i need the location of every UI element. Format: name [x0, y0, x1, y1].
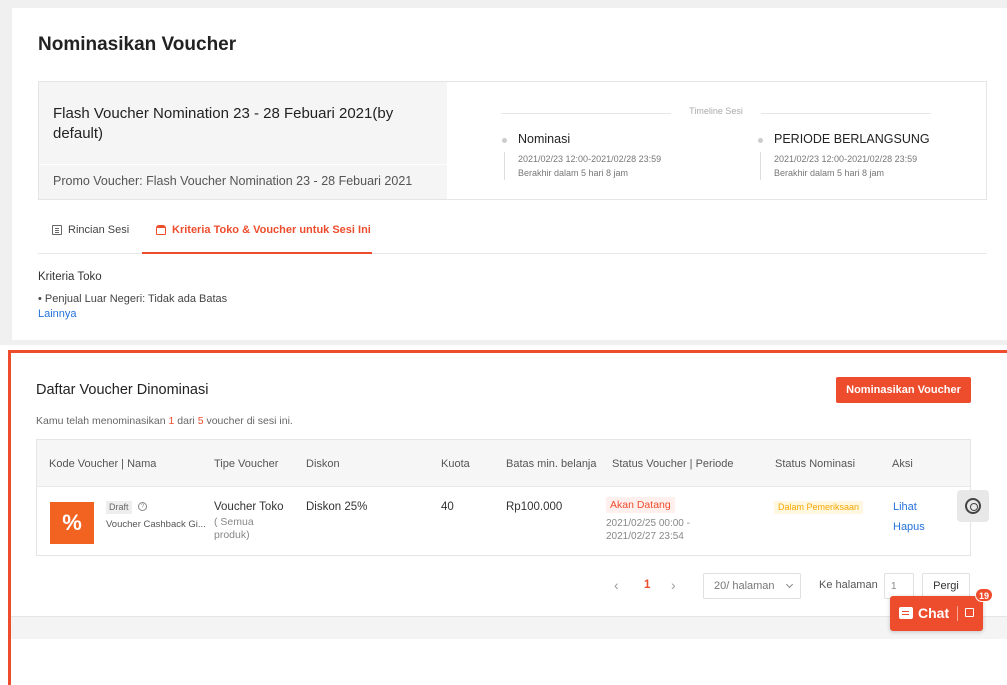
- support-button[interactable]: [957, 490, 989, 522]
- column-header-type: Tipe Voucher: [214, 458, 279, 470]
- timeline-header: Timeline Sesi: [501, 106, 931, 120]
- tab-label: Kriteria Toko & Voucher untuk Sesi Ini: [172, 224, 371, 236]
- list-title: Daftar Voucher Dinominasi: [36, 382, 209, 398]
- voucher-period: 2021/02/25 00:00 - 2021/02/27 23:54: [606, 518, 690, 542]
- column-header-min-spend: Batas min. belanja: [506, 458, 597, 470]
- voucher-type-scope: ( Semua produk): [214, 516, 254, 541]
- tab-session-details[interactable]: Rincian Sesi: [52, 213, 129, 254]
- highlight-frame-left: [8, 350, 11, 685]
- view-link[interactable]: Lihat: [893, 501, 917, 513]
- phase-remaining: Berakhir dalam 5 hari 8 jam: [774, 168, 885, 178]
- chat-icon: [899, 607, 913, 619]
- chevron-down-icon: [785, 580, 794, 589]
- timeline-label: Timeline Sesi: [689, 106, 743, 116]
- phase-period: 2021/02/23 12:00-2021/02/28 23:59: [518, 154, 662, 164]
- tab-shop-voucher-criteria[interactable]: Kriteria Toko & Voucher untuk Sesi Ini: [142, 213, 372, 254]
- voucher-discount: Diskon 25%: [306, 501, 368, 513]
- next-page-button[interactable]: ›: [671, 577, 676, 593]
- draft-badge: Draft: [106, 501, 132, 514]
- criteria-item: • Penjual Luar Negeri: Tidak ada Batas: [38, 293, 228, 305]
- chat-unread-badge: 19: [975, 588, 994, 602]
- criteria-more-link[interactable]: Lainnya: [38, 308, 77, 320]
- criteria-title: Kriteria Toko: [38, 271, 102, 283]
- timeline-dot-icon: [502, 138, 507, 143]
- phase-title: PERIODE BERLANGSUNG: [774, 132, 930, 146]
- column-header-discount: Diskon: [306, 458, 340, 470]
- column-header-actions: Aksi: [892, 458, 913, 470]
- goto-page-label: Ke halaman: [819, 579, 878, 591]
- voucher-min-spend: Rp100.000: [506, 501, 563, 513]
- column-header-nomination-status: Status Nominasi: [775, 458, 856, 470]
- table-header: Kode Voucher | Nama Tipe Voucher Diskon …: [37, 440, 970, 487]
- minimize-icon[interactable]: [965, 608, 974, 617]
- previous-page-button[interactable]: ‹: [614, 577, 619, 593]
- column-header-status-period: Status Voucher | Periode: [612, 458, 734, 470]
- chat-label: Chat: [918, 605, 950, 621]
- nomination-count-text: Kamu telah menominasikan 1 dari 5 vouche…: [36, 415, 293, 427]
- page-size-value: 20/ halaman: [714, 580, 775, 592]
- column-header-quota: Kuota: [441, 458, 470, 470]
- timeline-dot-icon: [758, 138, 763, 143]
- phase-remaining: Berakhir dalam 5 hari 8 jam: [518, 168, 629, 178]
- voucher-table: Kode Voucher | Nama Tipe Voucher Diskon …: [36, 439, 971, 556]
- page-number-current[interactable]: 1: [644, 579, 650, 591]
- phase-period: 2021/02/23 12:00-2021/02/28 23:59: [774, 154, 918, 164]
- voucher-status-badge: Akan Datang: [606, 497, 675, 513]
- page-title: Nominasikan Voucher: [38, 34, 237, 55]
- session-promo: Promo Voucher: Flash Voucher Nomination …: [53, 174, 413, 188]
- help-icon[interactable]: ?: [138, 502, 147, 511]
- session-info-box: Flash Voucher Nomination 23 - 28 Febuari…: [38, 81, 987, 200]
- nomination-status-badge: Dalam Pemeriksaan: [774, 501, 864, 514]
- chat-button[interactable]: Chat: [890, 596, 983, 631]
- session-summary: Flash Voucher Nomination 23 - 28 Febuari…: [39, 82, 447, 199]
- headset-icon: [965, 498, 981, 514]
- session-name: Flash Voucher Nomination 23 - 28 Febuari…: [53, 105, 394, 142]
- voucher-name: Voucher Cashback Gi...: [106, 519, 206, 530]
- column-header-code: Kode Voucher | Nama: [49, 458, 157, 470]
- chat-divider: [957, 606, 958, 621]
- timeline-divider-right: [761, 113, 931, 114]
- page-size-select[interactable]: 20/ halaman: [703, 573, 801, 599]
- timeline-connector: [504, 152, 505, 180]
- voucher-image: %: [50, 502, 94, 544]
- document-icon: [52, 225, 62, 235]
- voucher-type: Voucher Toko: [214, 501, 284, 513]
- phase-title: Nominasi: [518, 132, 571, 146]
- highlight-frame-top: [8, 350, 1007, 353]
- delete-link[interactable]: Hapus: [893, 521, 925, 533]
- voucher-quota: 40: [441, 501, 454, 513]
- shop-icon: [156, 225, 166, 235]
- timeline-connector: [760, 152, 761, 180]
- tab-label: Rincian Sesi: [68, 224, 130, 236]
- session-divider: [39, 164, 447, 165]
- session-tabs: Rincian Sesi Kriteria Toko & Voucher unt…: [38, 213, 987, 254]
- nominate-voucher-button[interactable]: Nominasikan Voucher: [836, 377, 971, 403]
- page-footer-band: [11, 617, 1007, 639]
